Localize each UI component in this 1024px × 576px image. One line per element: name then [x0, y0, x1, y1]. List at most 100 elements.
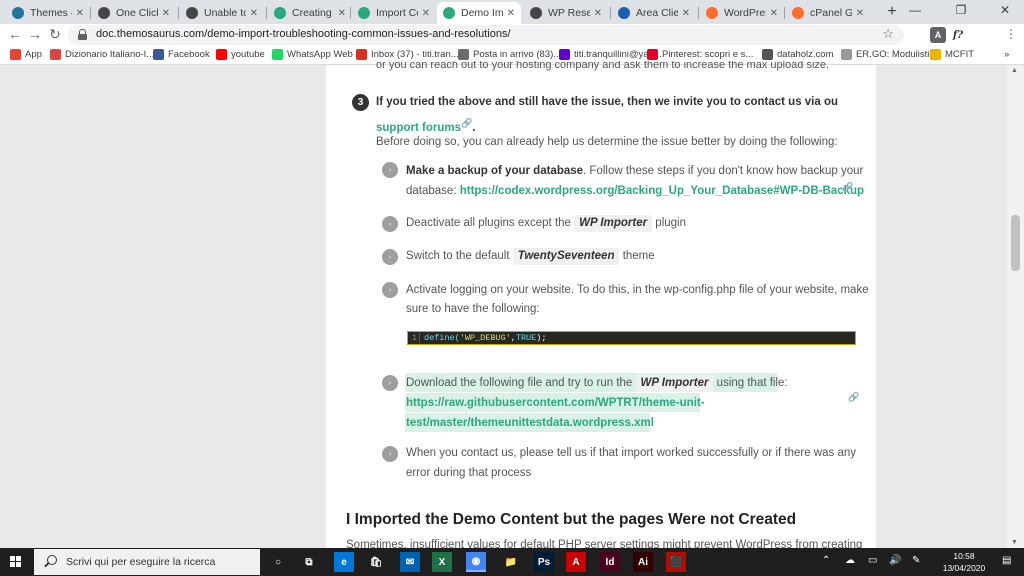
wp-importer-code: WP Importer [635, 375, 714, 392]
close-tab-icon[interactable]: ✕ [422, 8, 430, 19]
bookmark-1[interactable]: App [10, 49, 42, 60]
bookmark-icon [272, 49, 283, 60]
tab-7[interactable]: WP Reset - T ✕ [524, 2, 608, 24]
bookmark-3[interactable]: Facebook [153, 49, 210, 60]
tab-title: WordPress [724, 7, 766, 19]
close-tab-icon[interactable]: ✕ [770, 8, 778, 19]
page-scrollbar[interactable]: ▲ ▼ [1007, 65, 1024, 548]
tab-6[interactable]: Demo Impo ✕ [437, 2, 521, 24]
tab-title: WP Reset - T [548, 7, 590, 19]
reload-button[interactable]: ↻ [46, 26, 64, 43]
scrollbar-thumb[interactable] [1011, 215, 1020, 271]
search-icon [42, 554, 58, 570]
bookmark-12[interactable]: MCFIT [930, 49, 974, 60]
bookmark-9[interactable]: Pinterest: scopri e s... [647, 49, 753, 60]
bookmark-icon [841, 49, 852, 60]
bookmark-5[interactable]: WhatsApp Web [272, 49, 353, 60]
bookmark-11[interactable]: ER.GO: Modulistica [841, 49, 939, 60]
bullet-icon: › [382, 375, 398, 391]
bookmark-label: Posta in arrivo (83)... [473, 49, 562, 60]
explorer-icon[interactable]: 📁 [501, 552, 521, 572]
close-tab-icon[interactable]: ✕ [507, 8, 515, 19]
store-icon[interactable]: 🛍 [366, 552, 386, 572]
maximize-button[interactable]: ❐ [946, 3, 976, 17]
profile-avatar[interactable]: t [982, 27, 998, 43]
battery-icon[interactable]: ▭ [868, 555, 877, 566]
mail-icon[interactable]: ✉ [400, 552, 420, 572]
back-button[interactable]: ← [6, 26, 24, 42]
tab-5[interactable]: Import Cont ✕ [352, 2, 436, 24]
windows-start-icon[interactable] [10, 556, 22, 568]
switch-theme-text-end: theme [622, 250, 655, 262]
tab-3[interactable]: Unable to lo ✕ [180, 2, 264, 24]
lock-icon [78, 29, 87, 40]
theme-unit-test-link-2[interactable]: test/master/themeunittestdata.wordpress.… [406, 413, 654, 433]
photoshop-icon[interactable]: Ps [534, 552, 554, 572]
pen-icon[interactable]: ✎ [912, 555, 920, 566]
bookmark-star-icon[interactable]: ☆ [882, 26, 894, 42]
grammarly-icon[interactable]: G [910, 27, 926, 43]
scroll-down-icon[interactable]: ▼ [1011, 539, 1018, 546]
logging-text-2: sure to have the following: [406, 303, 540, 315]
tray-chevron-icon[interactable]: ⌃ [822, 555, 830, 566]
clock-date: 13/04/2020 [942, 563, 986, 573]
close-tab-icon[interactable]: ✕ [76, 8, 84, 19]
scroll-up-icon[interactable]: ▲ [1011, 67, 1018, 74]
forward-button[interactable]: → [26, 26, 44, 42]
wordpress-icon [12, 7, 24, 19]
tab-9[interactable]: WordPress ✕ [700, 2, 784, 24]
bookmark-10[interactable]: dataholz.com [762, 49, 834, 60]
close-tab-icon[interactable]: ✕ [250, 8, 258, 19]
tab-8[interactable]: Area Clienti ✕ [612, 2, 696, 24]
bookmark-4[interactable]: youtube [216, 49, 265, 60]
taskbar-clock[interactable]: 10:58 13/04/2020 [938, 550, 990, 574]
bullet-icon: › [382, 249, 398, 265]
close-tab-icon[interactable]: ✕ [162, 8, 170, 19]
extension-a-icon[interactable]: A [930, 27, 946, 43]
theme-unit-test-link[interactable]: https://raw.githubusercontent.com/WPTRT/… [406, 393, 705, 413]
new-tab-button[interactable]: + [882, 3, 902, 21]
font-finder-icon[interactable]: f? [950, 27, 966, 43]
bullet-icon: › [382, 162, 398, 178]
code-end: ); [536, 333, 547, 343]
backup-codex-link[interactable]: https://codex.wordpress.org/Backing_Up_Y… [460, 185, 864, 197]
tab-1[interactable]: Themes « The ✕ [6, 2, 90, 24]
pdf-icon[interactable]: ⬛ [666, 552, 686, 572]
indesign-icon[interactable]: Id [600, 552, 620, 572]
task-view-icon[interactable]: ⧉ [299, 552, 319, 572]
tab-10[interactable]: cPanel Gesti ✕ [786, 2, 870, 24]
excel-icon[interactable]: X [432, 552, 452, 572]
deactivate-text: Deactivate all plugins except the [406, 217, 571, 229]
tab-2[interactable]: One Click De ✕ [92, 2, 176, 24]
illustrator-icon[interactable]: Ai [633, 552, 653, 572]
cortana-icon[interactable]: ○ [268, 552, 288, 572]
taskbar-search[interactable]: Scrivi qui per eseguire la ricerca [34, 549, 260, 575]
windows-taskbar: Scrivi qui per eseguire la ricerca ○ ⧉ e 🛍 ✉… [0, 548, 1024, 576]
browser-menu-icon[interactable]: ⋮ [1002, 27, 1020, 41]
close-tab-icon[interactable]: ✕ [338, 8, 346, 19]
tab-title: Unable to lo [204, 7, 246, 19]
bookmark-2[interactable]: Dizionario Italiano-I... [50, 49, 154, 60]
logging-text: Activate logging on your website. To do … [406, 284, 869, 296]
address-bar[interactable]: doc.themosaurus.com/demo-import-troubles… [68, 25, 904, 45]
minimize-button[interactable]: — [900, 3, 930, 17]
chrome-icon[interactable]: ◉ [466, 552, 486, 572]
close-tab-icon[interactable]: ✕ [682, 8, 690, 19]
notifications-icon[interactable]: ▤ [1002, 555, 1011, 566]
bookmark-7[interactable]: Posta in arrivo (83)... [458, 49, 561, 60]
code-string: 'WP_DEBUG' [459, 333, 511, 343]
contact-text: When you contact us, please tell us if t… [406, 447, 856, 459]
volume-icon[interactable]: 🔊 [889, 555, 901, 566]
tab-4[interactable]: Creating Wi ✕ [268, 2, 352, 24]
bookmark-label: Inbox (37) - titi.tran... [371, 49, 459, 60]
edge-icon[interactable]: e [334, 552, 354, 572]
bookmark-6[interactable]: Inbox (37) - titi.tran... [356, 49, 459, 60]
close-tab-icon[interactable]: ✕ [856, 8, 864, 19]
link-icon: 🔗 [460, 118, 473, 128]
bookmark-label: MCFIT [945, 49, 975, 60]
acrobat-icon[interactable]: A [566, 552, 586, 572]
bookmarks-more-icon[interactable]: » [1004, 49, 1009, 60]
close-window-button[interactable]: ✕ [990, 3, 1020, 17]
close-tab-icon[interactable]: ✕ [594, 8, 602, 19]
onedrive-icon[interactable]: ☁ [845, 555, 855, 566]
